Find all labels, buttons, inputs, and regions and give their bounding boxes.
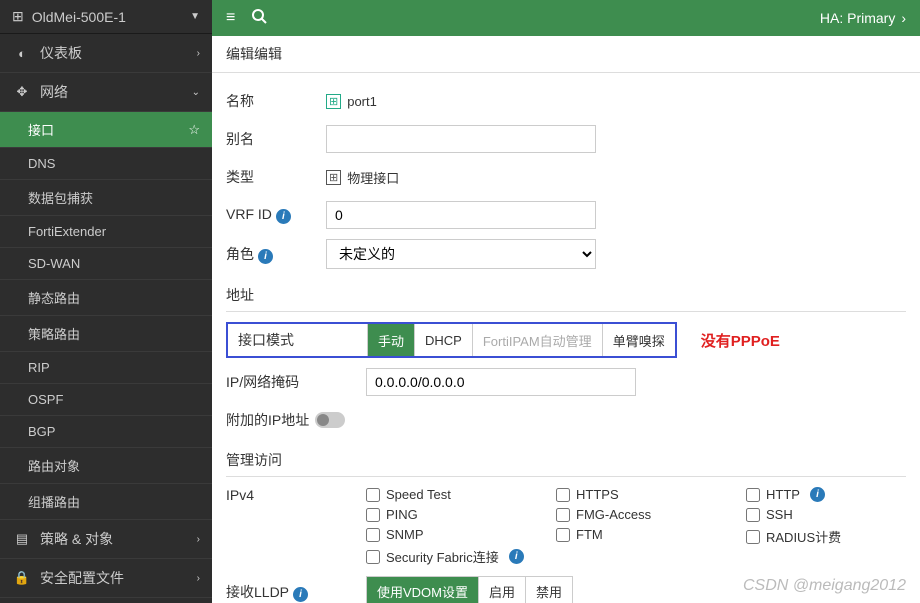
role-label: 角色i — [226, 244, 326, 264]
lock-icon: 🔒 — [12, 570, 32, 586]
sidebar-sub-sdwan[interactable]: SD-WAN — [0, 248, 212, 280]
info-icon: i — [810, 487, 825, 502]
topbar: ≡ HA: Primary › — [212, 0, 920, 36]
chevron-right-icon: › — [197, 573, 200, 584]
ipv4-checkbox-grid: Speed Test PING SNMP Security Fabric连接i … — [366, 487, 906, 566]
info-icon[interactable]: i — [293, 587, 308, 602]
sidebar-sub-bgp[interactable]: BGP — [0, 416, 212, 448]
cb-ssh[interactable]: SSH — [746, 507, 906, 522]
info-icon: i — [509, 549, 524, 564]
rx-lldp-label: 接收LLDPi — [226, 582, 366, 602]
sidebar-item-security[interactable]: 🔒 安全配置文件 › — [0, 559, 212, 598]
network-icon: ✥ — [12, 84, 32, 100]
mode-onearm[interactable]: 单臂嗅探 — [603, 324, 675, 356]
annotation-no-pppoe: 没有PPPoE — [701, 330, 780, 351]
chevron-right-icon: › — [197, 534, 200, 545]
sidebar-item-network[interactable]: ✥ 网络 ⌄ — [0, 73, 212, 112]
breadcrumb: 编辑编辑 — [212, 36, 920, 73]
name-label: 名称 — [226, 91, 326, 111]
sidebar-sub-static-route[interactable]: 静态路由 — [0, 280, 212, 316]
cb-ping[interactable]: PING — [366, 507, 546, 522]
addip-label: 附加的IP地址 — [226, 410, 309, 430]
sidebar-item-vpn[interactable]: 🖵 VPN › — [0, 598, 212, 603]
cb-fmg[interactable]: FMG-Access — [556, 507, 736, 522]
alias-input[interactable] — [326, 125, 596, 153]
sidebar-sub-rip[interactable]: RIP — [0, 352, 212, 384]
type-label: 类型 — [226, 167, 326, 187]
chevron-down-icon: ▼ — [190, 11, 200, 22]
cb-https[interactable]: HTTPS — [556, 487, 736, 502]
rx-lldp-group: 使用VDOM设置 启用 禁用 — [366, 576, 573, 603]
mode-label: 接口模式 — [228, 324, 368, 356]
sidebar-sub-interface[interactable]: 接口 ☆ — [0, 112, 212, 148]
sidebar: ⊞ OldMei-500E-1 ▼ ◐ 仪表板 › ✥ 网络 ⌄ 接口 ☆ DN… — [0, 0, 212, 603]
cb-secfabric[interactable]: Security Fabric连接i — [366, 547, 546, 566]
vrf-input[interactable] — [326, 201, 596, 229]
chevron-down-icon: ⌄ — [192, 87, 200, 98]
vrf-label: VRF IDi — [226, 206, 326, 224]
port-icon: ⊞ — [326, 94, 341, 109]
chevron-right-icon: › — [901, 10, 906, 26]
ha-status[interactable]: HA: Primary › — [820, 10, 906, 26]
section-mgmt: 管理访问 — [226, 444, 906, 477]
role-select[interactable]: 未定义的 — [326, 239, 596, 269]
mode-manual[interactable]: 手动 — [368, 324, 415, 356]
sidebar-sub-multicast[interactable]: 组播路由 — [0, 484, 212, 520]
cb-radius[interactable]: RADIUS计费 — [746, 527, 906, 546]
info-icon[interactable]: i — [258, 249, 273, 264]
rx-lldp-vdom[interactable]: 使用VDOM设置 — [367, 577, 479, 603]
ipmask-input[interactable] — [366, 368, 636, 396]
sidebar-sub-dns[interactable]: DNS — [0, 148, 212, 180]
mode-dhcp[interactable]: DHCP — [415, 324, 473, 356]
addip-toggle[interactable] — [315, 412, 345, 428]
type-value: 物理接口 — [347, 168, 399, 187]
mode-fortiipam[interactable]: FortiIPAM自动管理 — [473, 324, 603, 356]
rx-lldp-enable[interactable]: 启用 — [479, 577, 526, 603]
info-icon[interactable]: i — [276, 209, 291, 224]
sidebar-sub-fortiextender[interactable]: FortiExtender — [0, 216, 212, 248]
form-content: 名称 ⊞ port1 别名 类型 ⊞ 物理接口 VRF IDi 角色i 未定义的 地… — [212, 73, 920, 603]
interface-mode-group: 接口模式 手动 DHCP FortiIPAM自动管理 单臂嗅探 — [226, 322, 677, 358]
ipmask-label: IP/网络掩码 — [226, 372, 366, 392]
sidebar-sub-ospf[interactable]: OSPF — [0, 384, 212, 416]
alias-label: 别名 — [226, 129, 326, 149]
section-address: 地址 — [226, 279, 906, 312]
ipv4-label: IPv4 — [226, 487, 366, 503]
sidebar-sub-policy-route[interactable]: 策略路由 — [0, 316, 212, 352]
brand-header[interactable]: ⊞ OldMei-500E-1 ▼ — [0, 0, 212, 34]
cb-snmp[interactable]: SNMP — [366, 527, 546, 542]
device-icon: ⊞ — [12, 8, 24, 25]
sidebar-sub-route-obj[interactable]: 路由对象 — [0, 448, 212, 484]
cb-ftm[interactable]: FTM — [556, 527, 736, 542]
dashboard-icon: ◐ — [12, 46, 32, 61]
chevron-right-icon: › — [197, 48, 200, 59]
policy-icon: ▤ — [12, 531, 32, 547]
cb-speedtest[interactable]: Speed Test — [366, 487, 546, 502]
sidebar-item-policy[interactable]: ▤ 策略 & 对象 › — [0, 520, 212, 559]
sidebar-sub-packet[interactable]: 数据包捕获 — [0, 180, 212, 216]
name-value: port1 — [347, 94, 377, 109]
main-panel: ≡ HA: Primary › 编辑编辑 名称 ⊞ port1 别名 类型 ⊞ 物理… — [212, 0, 920, 603]
rx-lldp-disable[interactable]: 禁用 — [526, 577, 572, 603]
star-icon: ☆ — [188, 122, 200, 138]
device-name: OldMei-500E-1 — [32, 9, 190, 25]
cb-http[interactable]: HTTPi — [746, 487, 906, 502]
sidebar-item-dashboard[interactable]: ◐ 仪表板 › — [0, 34, 212, 73]
menu-icon[interactable]: ≡ — [226, 9, 235, 27]
physical-icon: ⊞ — [326, 170, 341, 185]
search-icon[interactable] — [251, 8, 267, 29]
